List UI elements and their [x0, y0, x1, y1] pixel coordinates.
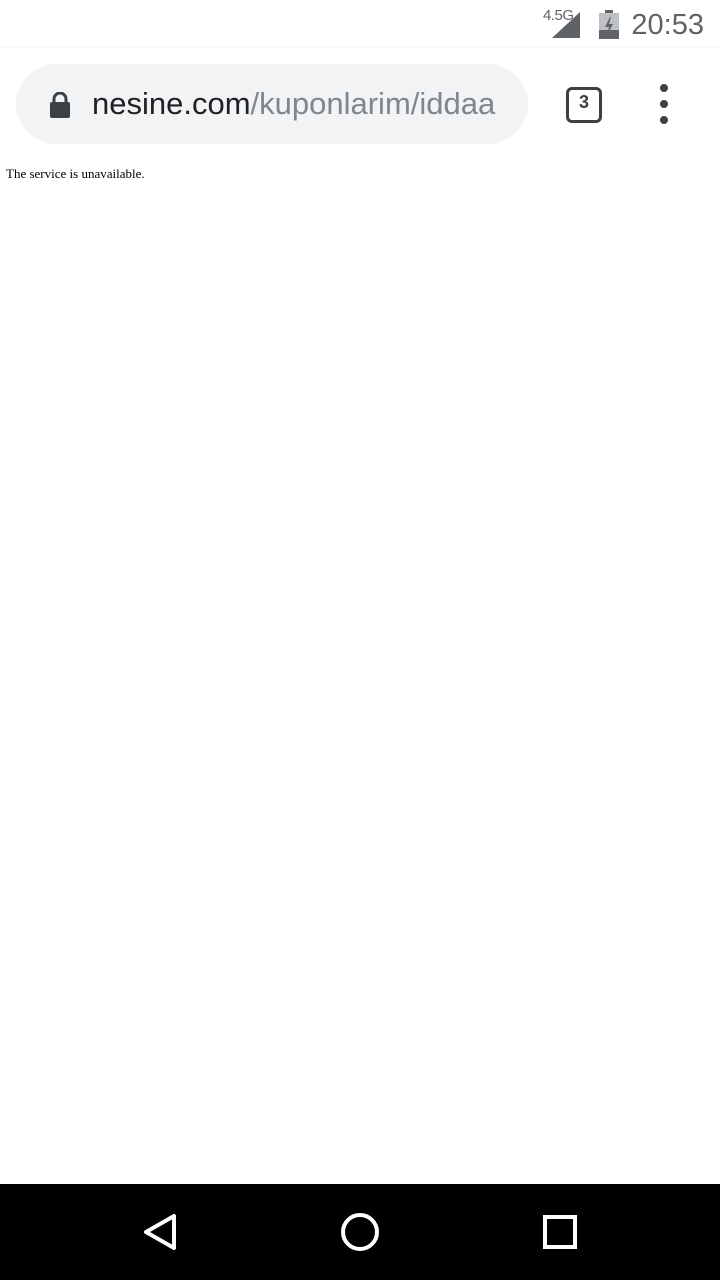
navigation-bar: [0, 1184, 720, 1280]
home-icon[interactable]: [336, 1208, 384, 1256]
lock-icon[interactable]: [49, 92, 71, 118]
tab-count: 3: [578, 92, 589, 112]
tab-switcher-icon[interactable]: 3: [566, 87, 602, 123]
error-message: The service is unavailable.: [6, 166, 145, 181]
address-bar[interactable]: nesine.com/kuponlarim/iddaa: [16, 64, 528, 144]
url-text[interactable]: nesine.com/kuponlarim/iddaa: [92, 64, 508, 144]
recents-icon[interactable]: [536, 1208, 584, 1256]
status-bar: 4.5G 20:53: [0, 0, 720, 48]
browser-toolbar: nesine.com/kuponlarim/iddaa 3: [0, 48, 720, 160]
menu-dot: [660, 100, 668, 108]
clock: 20:53: [631, 9, 704, 41]
network-type: 4.5G: [543, 7, 574, 24]
menu-dot: [660, 116, 668, 124]
back-icon[interactable]: [136, 1208, 184, 1256]
url-host: nesine.com: [92, 86, 251, 121]
phone-screen: 4.5G 20:53 nesine.com/kuponlarim/iddaa 3: [0, 0, 720, 1280]
url-path: /kuponlarim/iddaa: [250, 86, 496, 121]
battery-charging-icon: [599, 10, 619, 39]
page-content: The service is unavailable.: [0, 160, 720, 1184]
more-vert-icon[interactable]: [648, 84, 680, 124]
menu-dot: [660, 84, 668, 92]
